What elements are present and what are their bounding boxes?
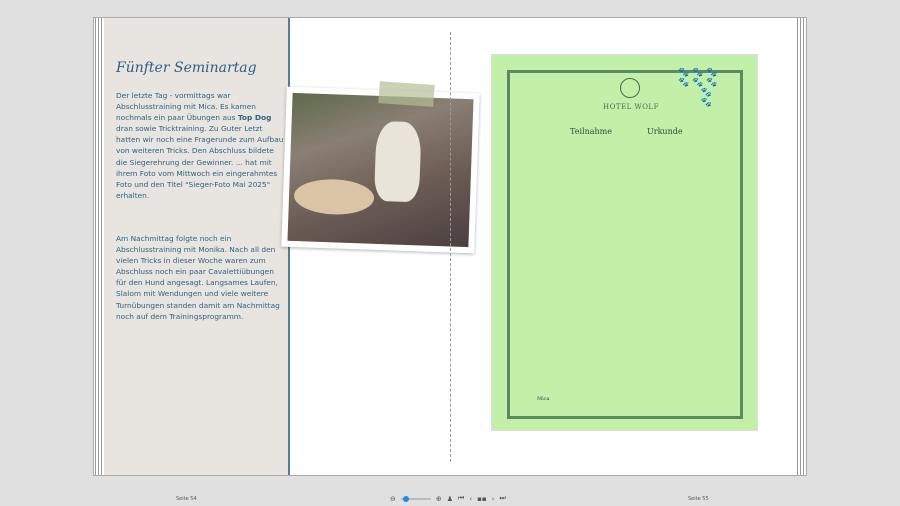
flipbook: Fünfter Seminartag Der letzte Tag - vorm… — [93, 17, 807, 476]
sound-icon[interactable]: ♟ — [447, 495, 453, 503]
cert-name: Mica — [537, 396, 550, 402]
thumbnails-icon[interactable]: ▪▪ — [477, 495, 487, 503]
zoom-out-icon[interactable]: ⊖ — [390, 495, 396, 503]
viewer-toolbar: ⊖ ⊕ ♟ ⏮ ‹ ▪▪ › ⏭ — [390, 494, 506, 503]
paragraph-2: Am Nachmittag folgte noch ein Abschlusst… — [116, 234, 280, 321]
paw-prints-icon: 🐾 🐾 🐾 🐾 🐾 🐾 🐾 🐾 — [678, 68, 718, 108]
hotel-logo-text: HOTEL WOLF — [603, 103, 659, 111]
zoom-in-icon[interactable]: ⊕ — [436, 495, 442, 503]
first-page-icon[interactable]: ⏮ — [458, 494, 464, 503]
page-title: Fünfter Seminartag — [116, 60, 257, 76]
page-number-right: Seite 55 — [688, 496, 709, 502]
prev-page-icon[interactable]: ‹ — [469, 495, 472, 503]
last-page-icon[interactable]: ⏭ — [499, 494, 505, 503]
zoom-slider[interactable] — [400, 495, 431, 502]
cert-label-right: Urkunde — [647, 127, 683, 136]
cert-label-left: Teilnahme — [570, 127, 612, 136]
page-edge-right — [796, 18, 806, 475]
page-spine — [450, 32, 451, 462]
paragraph-1: Der letzte Tag - vormittags war Abschlus… — [116, 91, 284, 200]
wolf-logo-icon — [620, 78, 640, 98]
photo-tape — [378, 81, 435, 107]
certificate-image: HOTEL WOLF Teilnahme Urkunde 🐾 🐾 🐾 🐾 🐾 🐾 … — [491, 54, 758, 431]
next-page-icon[interactable]: › — [492, 495, 495, 503]
page-number-left: Seite 54 — [176, 496, 197, 502]
page-edge-left — [94, 18, 104, 475]
left-text-panel: Fünfter Seminartag Der letzte Tag - vorm… — [104, 18, 290, 475]
